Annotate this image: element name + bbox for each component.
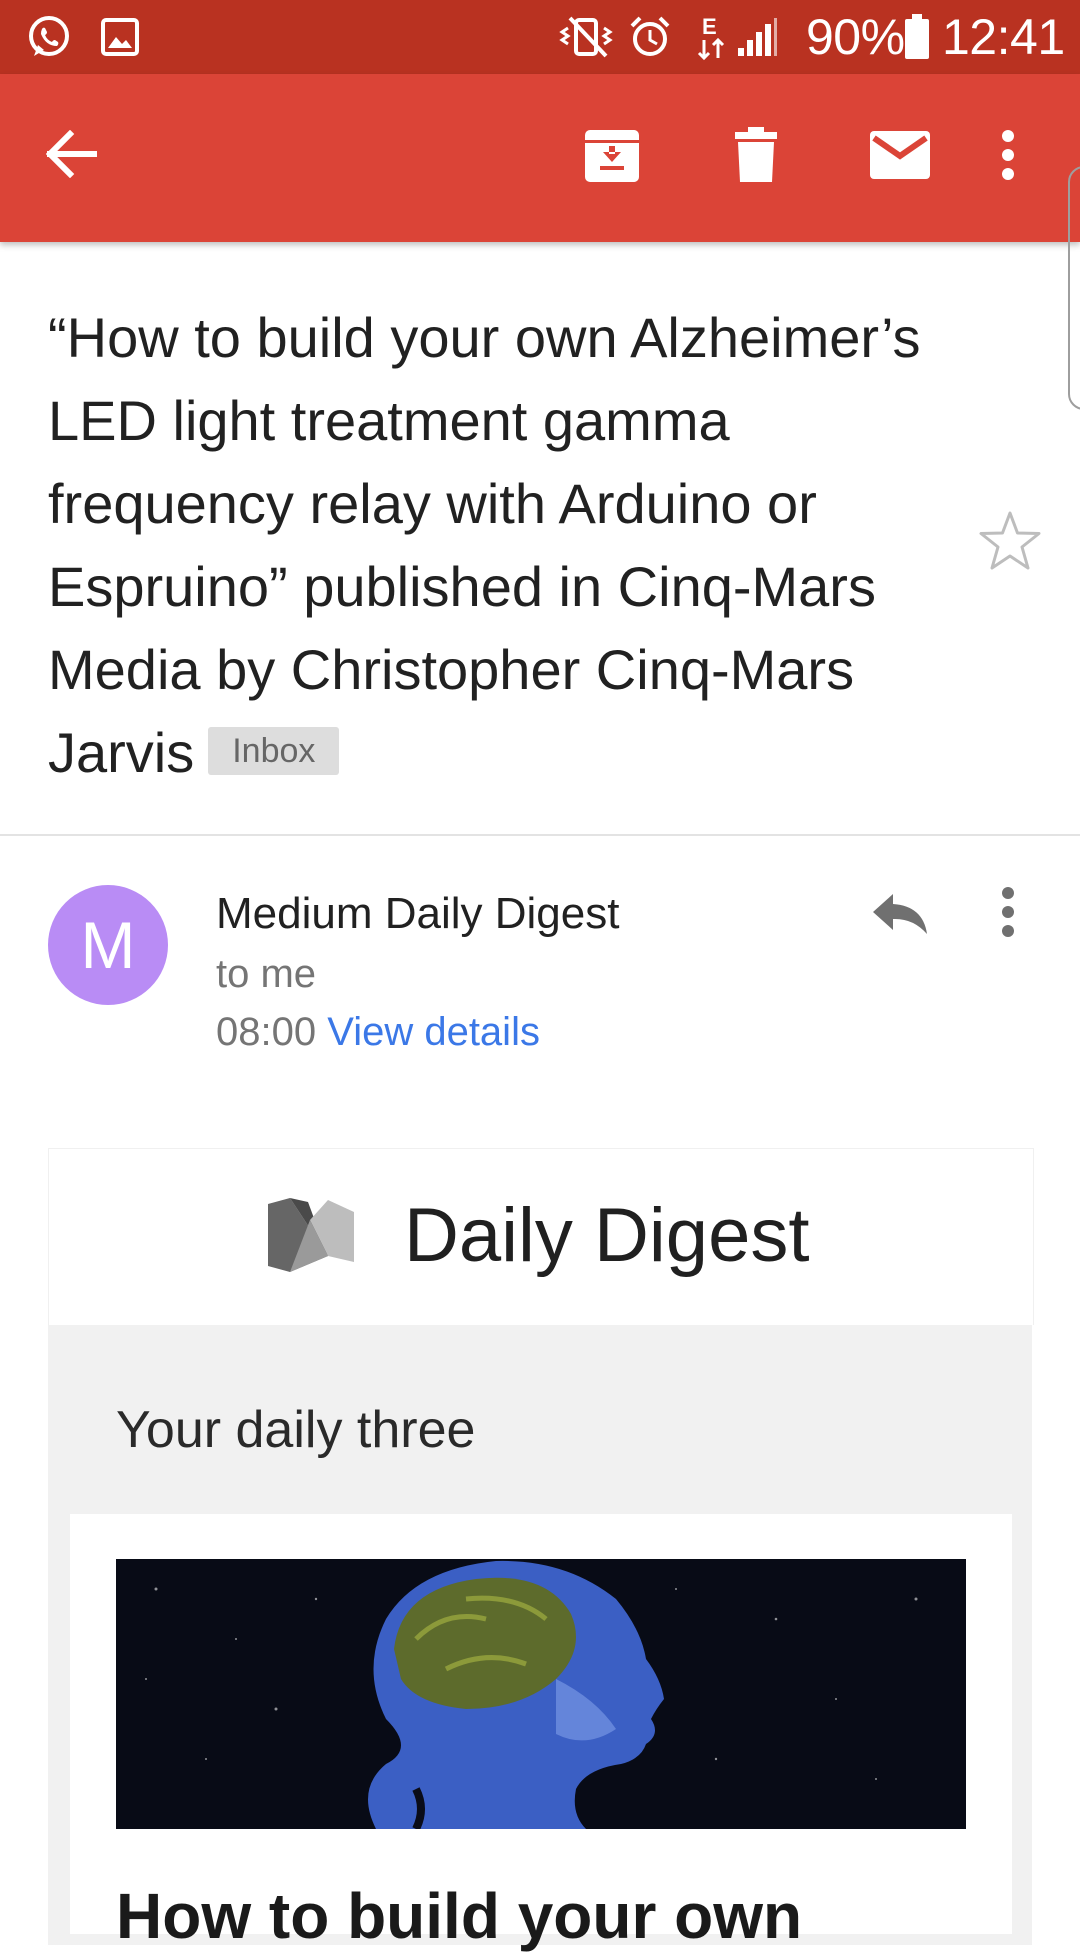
digest-title: Daily Digest: [404, 1193, 810, 1278]
edge-panel-handle[interactable]: [1068, 166, 1080, 410]
medium-logo-icon: [266, 1198, 356, 1277]
sent-time: 08:00: [216, 1010, 317, 1054]
archive-icon[interactable]: [574, 122, 650, 188]
view-details-link[interactable]: View details: [327, 1010, 540, 1054]
whatsapp-icon: [26, 14, 72, 60]
subject-block: “How to build your own Alzheimer’s LED l…: [48, 296, 948, 794]
email-subject-text: “How to build your own Alzheimer’s LED l…: [48, 306, 921, 784]
gallery-icon: [100, 14, 140, 60]
divider: [0, 834, 1080, 836]
svg-text:E: E: [702, 14, 717, 39]
reply-icon[interactable]: [868, 884, 932, 944]
toolbar: [0, 74, 1080, 242]
vibrate-mute-icon: [556, 14, 616, 60]
message-overflow-icon[interactable]: [990, 880, 1026, 944]
alarm-icon: [628, 14, 672, 60]
battery-icon: [904, 14, 930, 60]
inbox-label[interactable]: Inbox: [208, 727, 340, 776]
star-icon[interactable]: [978, 510, 1042, 577]
clock-time: 12:41: [942, 9, 1065, 65]
story-title[interactable]: How to build your own: [116, 1876, 802, 1956]
overflow-menu-icon[interactable]: [986, 122, 1030, 188]
email-subject: “How to build your own Alzheimer’s LED l…: [48, 296, 948, 794]
network-data-icon: E: [694, 14, 728, 61]
section-title: Your daily three: [116, 1401, 476, 1459]
avatar[interactable]: M: [48, 885, 168, 1005]
recipient-text: to me: [216, 952, 317, 996]
delete-icon[interactable]: [718, 122, 794, 188]
battery-percentage: 90%: [806, 9, 905, 65]
time-row: 08:00 View details: [216, 1004, 540, 1060]
signal-icon: [736, 14, 778, 60]
sender-name: Medium Daily Digest: [216, 889, 620, 938]
back-arrow-icon[interactable]: [36, 118, 108, 190]
status-bar: E 90% 12:41: [0, 0, 1080, 74]
story-image[interactable]: [116, 1559, 966, 1829]
mark-unread-icon[interactable]: [862, 122, 938, 188]
